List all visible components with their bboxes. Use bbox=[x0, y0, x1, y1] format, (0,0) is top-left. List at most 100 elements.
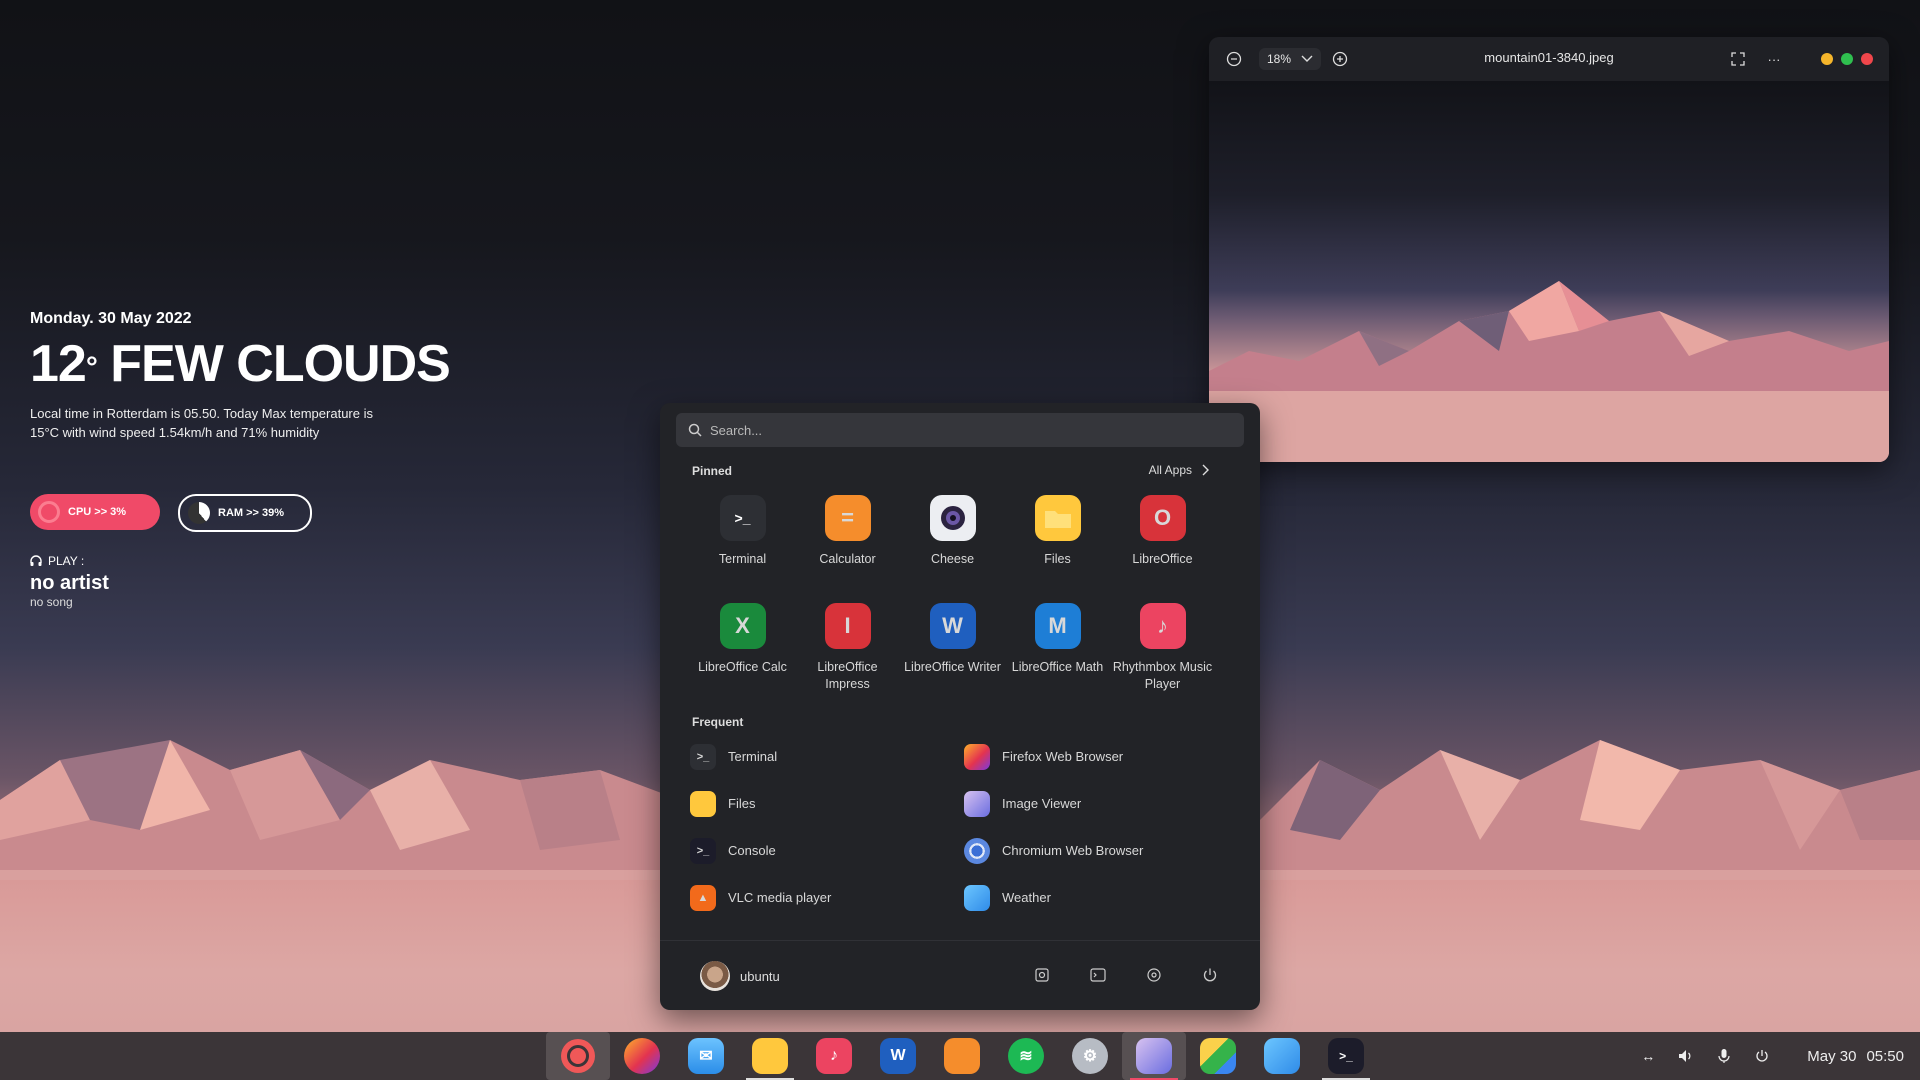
frequent-app-weather[interactable]: Weather bbox=[964, 874, 1230, 921]
app-label: Firefox Web Browser bbox=[1002, 749, 1124, 764]
menu-footer: ubuntu bbox=[660, 940, 1260, 1011]
settings-app-icon[interactable] bbox=[1032, 965, 1052, 985]
app-label: Chromium Web Browser bbox=[1002, 843, 1144, 858]
mountain-image bbox=[1209, 281, 1889, 462]
viewer-titlebar[interactable]: 18% mountain01-3840.jpeg ··· bbox=[1209, 37, 1889, 81]
image-viewer-icon bbox=[1136, 1038, 1172, 1074]
app-label: LibreOffice bbox=[1132, 552, 1193, 566]
app-label: LibreOffice Writer bbox=[904, 660, 1001, 674]
all-apps-button[interactable]: All Apps bbox=[1149, 463, 1210, 477]
dock-settings[interactable]: ⚙ bbox=[1058, 1032, 1122, 1080]
frequent-app-image-viewer[interactable]: Image Viewer bbox=[964, 780, 1230, 827]
spreadsheet-icon: X bbox=[719, 603, 766, 649]
fullscreen-button[interactable] bbox=[1727, 48, 1749, 70]
avatar bbox=[700, 961, 730, 991]
close-button[interactable] bbox=[1861, 53, 1873, 65]
pinned-app-terminal[interactable]: >_ Terminal bbox=[690, 495, 795, 585]
dock-image-viewer[interactable] bbox=[1122, 1032, 1186, 1080]
headphones-icon bbox=[30, 555, 42, 566]
search-input[interactable]: Search... bbox=[676, 413, 1244, 447]
firefox-icon bbox=[624, 1038, 660, 1074]
dock-files[interactable] bbox=[738, 1032, 802, 1080]
math-icon: M bbox=[1034, 603, 1081, 649]
dock-music[interactable]: ♪ bbox=[802, 1032, 866, 1080]
pinned-app-rhythmbox[interactable]: ♪ Rhythmbox Music Player bbox=[1110, 603, 1215, 693]
chevron-right-icon bbox=[1202, 464, 1209, 476]
pinned-app-calculator[interactable]: = Calculator bbox=[795, 495, 900, 585]
frequent-app-chromium[interactable]: Chromium Web Browser bbox=[964, 827, 1230, 874]
search-placeholder: Search... bbox=[710, 422, 763, 438]
zoom-in-button[interactable] bbox=[1329, 48, 1351, 70]
spotify-icon: ≋ bbox=[1008, 1038, 1044, 1074]
image-viewer-icon bbox=[964, 790, 990, 817]
app-label: LibreOffice Impress bbox=[817, 660, 878, 691]
zoom-level-select[interactable]: 18% bbox=[1259, 48, 1322, 70]
dock-software[interactable] bbox=[930, 1032, 994, 1080]
maximize-button[interactable] bbox=[1841, 53, 1853, 65]
zoom-level: 18% bbox=[1267, 52, 1292, 66]
pinned-app-cheese[interactable]: Cheese bbox=[900, 495, 1005, 585]
power-icon[interactable] bbox=[1200, 965, 1220, 985]
cpu-ring-icon bbox=[38, 501, 60, 523]
viewer-image bbox=[1209, 81, 1889, 462]
power-icon[interactable] bbox=[1753, 1049, 1771, 1063]
pinned-app-writer[interactable]: W LibreOffice Writer bbox=[900, 603, 1005, 693]
frequent-app-files[interactable]: Files bbox=[690, 780, 964, 827]
app-label: LibreOffice Calc bbox=[698, 660, 787, 674]
dock-mail[interactable]: ✉ bbox=[674, 1032, 738, 1080]
ram-ring-icon bbox=[188, 502, 210, 524]
app-label: Files bbox=[728, 796, 756, 811]
degree-symbol: ° bbox=[85, 351, 98, 384]
widget-date: Monday. 30 May 2022 bbox=[30, 310, 192, 327]
document-icon: W bbox=[880, 1038, 916, 1074]
weather-widget: Monday. 30 May 2022 12° FEW CLOUDS Local… bbox=[30, 310, 550, 609]
folder-icon bbox=[690, 790, 716, 817]
frequent-app-terminal[interactable]: >_ Terminal bbox=[690, 733, 964, 780]
user-account[interactable]: ubuntu bbox=[700, 961, 780, 991]
app-label: Image Viewer bbox=[1002, 796, 1082, 811]
dock-writer[interactable]: W bbox=[866, 1032, 930, 1080]
frequent-app-vlc[interactable]: ▲ VLC media player bbox=[690, 874, 964, 921]
vlc-icon: ▲ bbox=[690, 884, 716, 911]
microphone-icon[interactable] bbox=[1715, 1048, 1733, 1064]
network-icon[interactable]: ↔ bbox=[1639, 1048, 1657, 1064]
terminal-shortcut-icon[interactable] bbox=[1088, 965, 1108, 985]
dock-weather[interactable] bbox=[1250, 1032, 1314, 1080]
dock: ✉ ♪ W ≋ ⚙ >_ bbox=[546, 1032, 1378, 1080]
zoom-out-button[interactable] bbox=[1223, 48, 1245, 70]
frequent-app-console[interactable]: >_ Console bbox=[690, 827, 964, 874]
dock-app-menu[interactable] bbox=[546, 1032, 610, 1080]
app-label: Calculator bbox=[819, 552, 876, 566]
song-name: no song bbox=[30, 595, 73, 609]
search-icon bbox=[688, 423, 702, 437]
calculator-icon: = bbox=[824, 495, 871, 541]
temperature: 12 bbox=[30, 335, 87, 393]
app-label: Files bbox=[1044, 552, 1071, 566]
volume-icon[interactable] bbox=[1677, 1049, 1695, 1063]
gear-icon[interactable] bbox=[1144, 965, 1164, 985]
libreoffice-icon: O bbox=[1139, 495, 1186, 541]
dock-terminal[interactable]: >_ bbox=[1314, 1032, 1378, 1080]
pinned-app-libreoffice[interactable]: O LibreOffice bbox=[1110, 495, 1215, 585]
chromium-icon bbox=[964, 837, 990, 864]
frequent-title: Frequent bbox=[692, 715, 744, 729]
clock[interactable]: May 30 05:50 bbox=[1807, 1048, 1904, 1065]
firefox-icon bbox=[964, 743, 990, 770]
terminal-icon: >_ bbox=[1328, 1038, 1364, 1074]
ram-label: RAM >> 39% bbox=[218, 507, 285, 519]
more-options-button[interactable]: ··· bbox=[1763, 48, 1785, 70]
now-playing: PLAY : bbox=[30, 554, 550, 568]
dock-maps[interactable] bbox=[1186, 1032, 1250, 1080]
app-menu: Search... Pinned All Apps >_ Terminal = … bbox=[660, 403, 1260, 1010]
pinned-app-impress[interactable]: I LibreOffice Impress bbox=[795, 603, 900, 693]
pinned-app-files[interactable]: Files bbox=[1005, 495, 1110, 585]
chevron-down-icon bbox=[1301, 55, 1313, 62]
ram-usage-pill: RAM >> 39% bbox=[178, 494, 312, 532]
minimize-button[interactable] bbox=[1821, 53, 1833, 65]
frequent-app-firefox[interactable]: Firefox Web Browser bbox=[964, 733, 1230, 780]
mail-icon: ✉ bbox=[688, 1038, 724, 1074]
dock-spotify[interactable]: ≋ bbox=[994, 1032, 1058, 1080]
pinned-app-math[interactable]: M LibreOffice Math bbox=[1005, 603, 1110, 693]
pinned-app-calc[interactable]: X LibreOffice Calc bbox=[690, 603, 795, 693]
dock-firefox[interactable] bbox=[610, 1032, 674, 1080]
